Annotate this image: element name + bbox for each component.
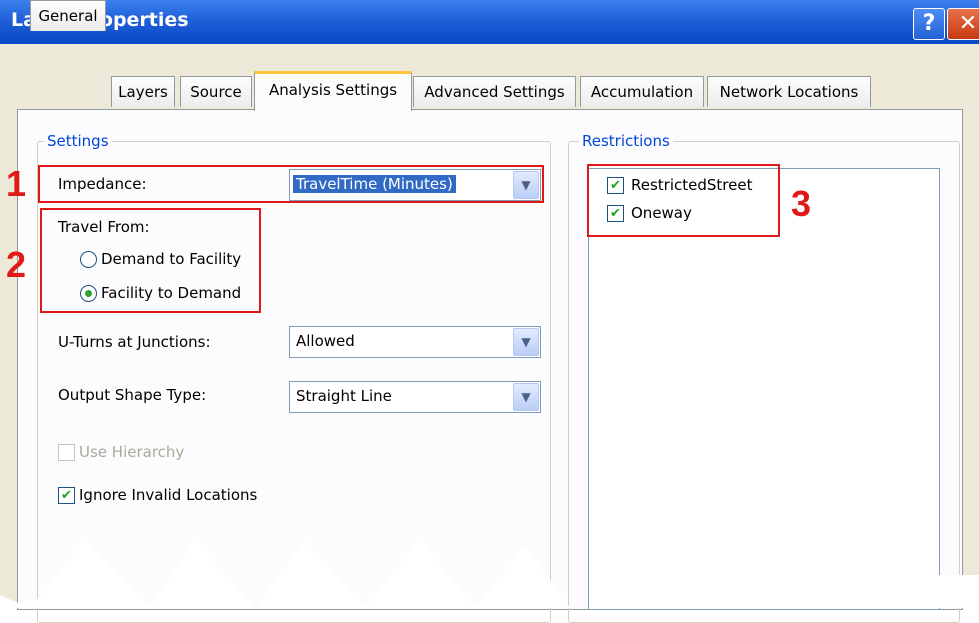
ignore-invalid-checkbox[interactable]: ✔ bbox=[58, 487, 75, 504]
annotation-number-1: 1 bbox=[6, 163, 27, 204]
annotation-box-2 bbox=[40, 208, 261, 313]
annotation-box-1 bbox=[38, 165, 544, 203]
tab-label: Source bbox=[190, 83, 242, 101]
tab-network-locations[interactable]: Network Locations bbox=[707, 76, 871, 107]
annotation-number-3: 3 bbox=[791, 183, 812, 224]
tab-source[interactable]: Source bbox=[180, 76, 252, 107]
help-button[interactable]: ? bbox=[913, 8, 945, 40]
chevron-down-icon[interactable]: ▼ bbox=[513, 328, 539, 356]
ignore-invalid-label: Ignore Invalid Locations bbox=[79, 486, 258, 504]
tab-label: Accumulation bbox=[590, 83, 694, 101]
title-bar[interactable]: Layer Properties ? ✕ bbox=[0, 0, 979, 44]
tab-label: Analysis Settings bbox=[268, 81, 398, 99]
tab-analysis-settings[interactable]: Analysis Settings bbox=[254, 71, 412, 111]
tab-accumulation[interactable]: Accumulation bbox=[580, 76, 704, 107]
uturns-dropdown[interactable]: Allowed ▼ bbox=[289, 326, 541, 358]
tab-label: Advanced Settings bbox=[424, 83, 565, 101]
output-shape-value: Straight Line bbox=[296, 387, 392, 405]
use-hierarchy-checkbox[interactable] bbox=[58, 444, 75, 461]
checkmark-icon: ✔ bbox=[61, 488, 72, 503]
tab-layers[interactable]: Layers bbox=[111, 76, 175, 107]
tab-advanced-settings[interactable]: Advanced Settings bbox=[413, 76, 576, 107]
settings-group-label: Settings bbox=[44, 132, 112, 150]
use-hierarchy-label: Use Hierarchy bbox=[79, 443, 185, 461]
tab-label: General bbox=[38, 7, 98, 25]
annotation-box-3 bbox=[587, 164, 780, 237]
uturns-value: Allowed bbox=[296, 332, 355, 350]
annotation-number-2: 2 bbox=[6, 244, 27, 285]
torn-edge bbox=[0, 540, 979, 608]
output-shape-label: Output Shape Type: bbox=[58, 386, 207, 404]
tab-label: Network Locations bbox=[719, 83, 859, 101]
chevron-down-icon[interactable]: ▼ bbox=[513, 383, 539, 411]
close-button[interactable]: ✕ bbox=[947, 8, 979, 40]
tab-general[interactable]: General bbox=[30, 0, 106, 31]
output-shape-dropdown[interactable]: Straight Line ▼ bbox=[289, 381, 541, 413]
uturns-label: U-Turns at Junctions: bbox=[58, 333, 211, 351]
help-icon: ? bbox=[922, 11, 936, 36]
restrictions-group-label: Restrictions bbox=[579, 132, 673, 150]
layer-properties-dialog: Layer Properties ? ✕ General Layers Sour… bbox=[0, 0, 979, 623]
tab-label: Layers bbox=[118, 83, 168, 101]
close-icon: ✕ bbox=[958, 11, 978, 36]
